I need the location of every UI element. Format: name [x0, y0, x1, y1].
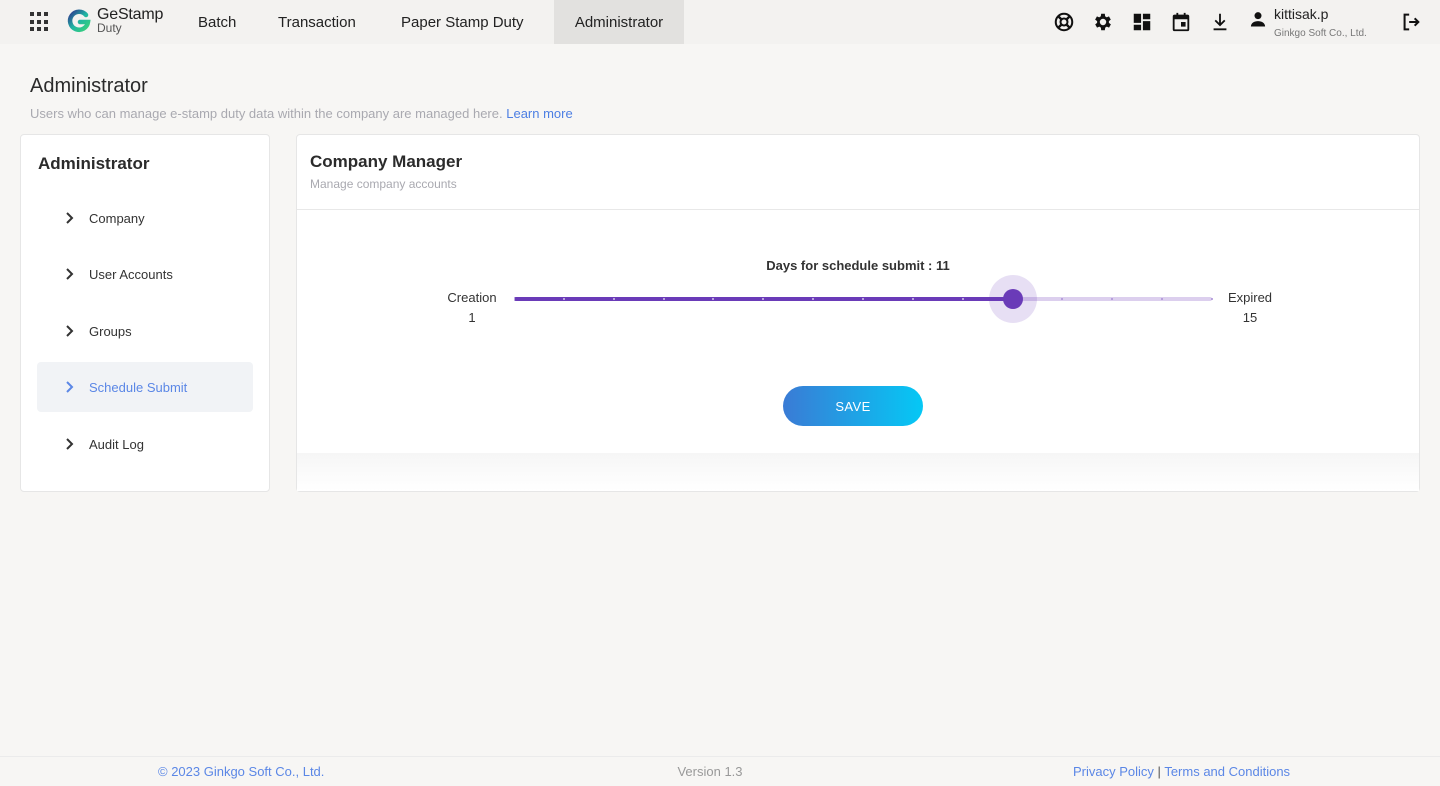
days-slider[interactable] — [513, 275, 1213, 323]
nav-tab-transaction[interactable]: Transaction — [262, 0, 372, 44]
slider-step-mark — [662, 298, 665, 300]
chevron-right-icon — [66, 381, 74, 393]
nav-tab-administrator[interactable]: Administrator — [554, 0, 684, 44]
slider-max-value: 15 — [1242, 310, 1258, 325]
slider-caption: Days for schedule submit : 11 — [766, 258, 950, 273]
sidebar-title: Administrator — [38, 154, 150, 173]
card-subtitle: Manage company accounts — [310, 177, 457, 191]
footer-separator: | — [1157, 764, 1161, 779]
footer: © 2023 Ginkgo Soft Co., Ltd. Version 1.3… — [0, 756, 1440, 786]
sidebar-item-user-accounts[interactable]: User Accounts — [37, 249, 253, 299]
sidebar-item-label: User Accounts — [89, 266, 173, 282]
slider-step-mark — [1211, 298, 1213, 300]
slider-min-label: Creation — [447, 290, 497, 305]
chevron-right-icon — [66, 325, 74, 337]
card-title: Company Manager — [310, 152, 463, 171]
logo-subtitle: Duty — [97, 21, 122, 35]
slider-min-value: 1 — [468, 310, 476, 325]
settings-icon[interactable] — [1092, 11, 1114, 33]
learn-more-link[interactable]: Learn more — [506, 106, 572, 121]
privacy-policy-link[interactable]: Privacy Policy — [1073, 764, 1154, 779]
chevron-right-icon — [66, 212, 74, 224]
chevron-right-icon — [66, 268, 74, 280]
terms-link[interactable]: Terms and Conditions — [1164, 764, 1290, 779]
sidebar-item-label: Audit Log — [89, 436, 144, 452]
slider-step-mark — [961, 298, 964, 300]
chevron-right-icon — [66, 438, 74, 450]
app-logo[interactable]: GeStamp Duty — [66, 7, 163, 34]
card-divider — [297, 209, 1419, 210]
support-icon[interactable] — [1053, 11, 1075, 33]
slider-step-mark — [862, 298, 864, 300]
nav-tab-paper-stamp-duty[interactable]: Paper Stamp Duty — [385, 0, 540, 44]
page-description-text: Users who can manage e-stamp duty data w… — [30, 106, 503, 121]
download-icon[interactable] — [1209, 11, 1231, 33]
admin-sidebar: Administrator Company User Accounts Grou… — [20, 134, 270, 492]
user-organization: Ginkgo Soft Co., Ltd. — [1274, 28, 1367, 39]
sidebar-item-company[interactable]: Company — [37, 193, 253, 243]
slider-step-mark — [1061, 298, 1064, 300]
slider-step-mark — [562, 298, 565, 300]
calendar-icon[interactable] — [1170, 11, 1192, 33]
slider-max-label: Expired — [1227, 290, 1273, 305]
user-name: kittisak.p — [1274, 6, 1329, 22]
slider-thumb[interactable] — [1002, 289, 1023, 309]
logo-mark-icon — [67, 9, 91, 32]
apps-grid-icon[interactable] — [30, 12, 50, 32]
nav-tab-batch[interactable]: Batch — [182, 0, 252, 44]
save-button[interactable]: SAVE — [783, 386, 923, 426]
top-navbar: GeStamp Duty Batch Transaction Paper Sta… — [0, 0, 1440, 44]
footer-links: Privacy Policy | Terms and Conditions — [1073, 764, 1290, 779]
slider-step-mark — [1111, 298, 1114, 300]
sidebar-item-audit-log[interactable]: Audit Log — [37, 419, 253, 469]
company-manager-card: Company Manager Manage company accounts … — [296, 134, 1420, 492]
page-title: Administrator — [30, 75, 148, 97]
sidebar-item-label: Company — [89, 210, 145, 226]
sidebar-item-groups[interactable]: Groups — [37, 306, 253, 356]
dashboard-icon[interactable] — [1131, 11, 1153, 33]
user-profile[interactable]: kittisak.p Ginkgo Soft Co., Ltd. — [1248, 6, 1367, 41]
card-bottom-shade — [297, 453, 1419, 491]
logout-icon[interactable] — [1400, 11, 1422, 33]
user-icon — [1250, 12, 1266, 27]
sidebar-item-label: Schedule Submit — [89, 379, 188, 395]
sidebar-item-label: Groups — [89, 323, 132, 339]
slider-step-mark — [513, 298, 515, 300]
slider-step-mark — [911, 298, 914, 300]
slider-step-mark — [1161, 298, 1164, 300]
page-description: Users who can manage e-stamp duty data w… — [30, 106, 573, 121]
sidebar-item-schedule-submit[interactable]: Schedule Submit — [37, 362, 253, 412]
slider-step-mark — [612, 298, 615, 300]
